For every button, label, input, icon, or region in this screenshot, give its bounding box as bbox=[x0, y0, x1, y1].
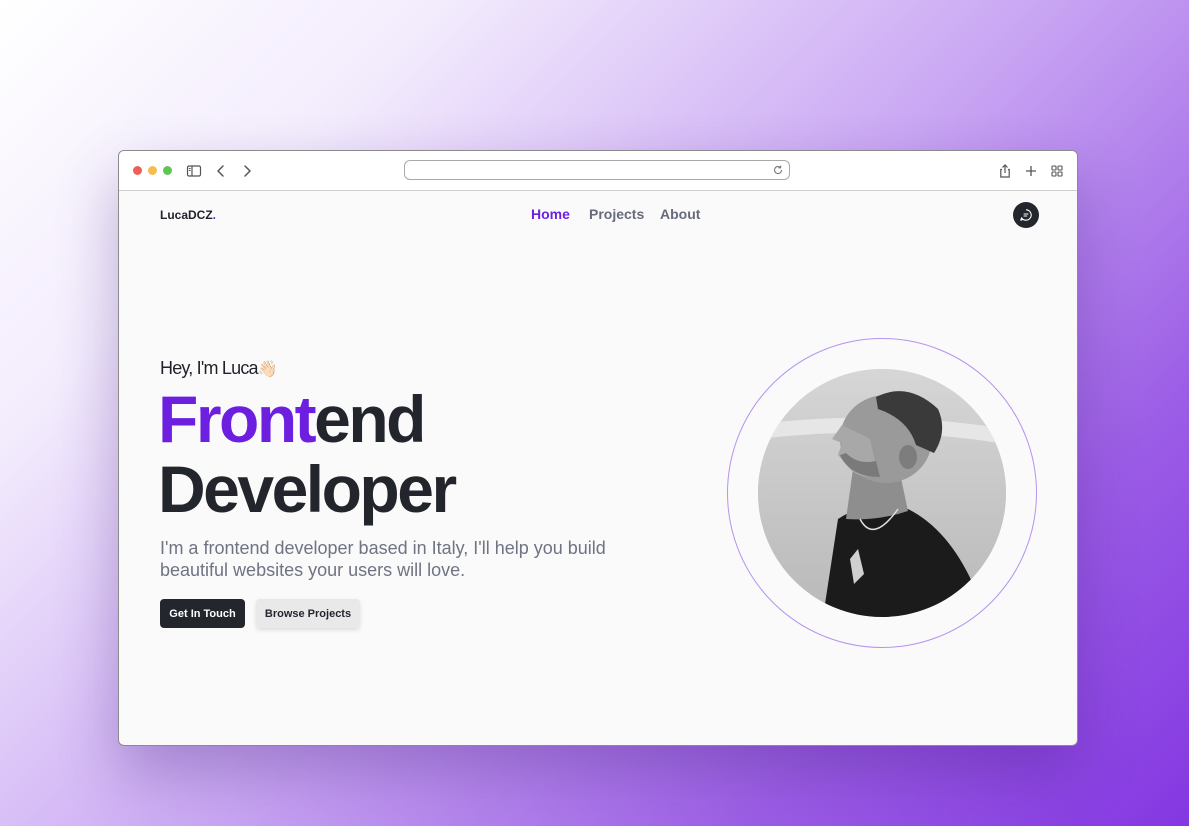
browser-toolbar bbox=[119, 151, 1077, 191]
hero-greeting: Hey, I'm Luca👋🏻 bbox=[160, 358, 278, 379]
address-bar[interactable] bbox=[404, 160, 790, 180]
minimize-window-dot[interactable] bbox=[148, 166, 157, 175]
browser-window: LucaDCZ. Home Projects About Hey, I'm Lu… bbox=[118, 150, 1078, 746]
close-window-dot[interactable] bbox=[133, 166, 142, 175]
browse-projects-button[interactable]: Browse Projects bbox=[256, 599, 360, 628]
chat-bubble-icon bbox=[1019, 208, 1033, 222]
nav-about[interactable]: About bbox=[660, 206, 700, 222]
share-icon[interactable] bbox=[997, 163, 1013, 179]
greeting-text: Hey, I'm Luca bbox=[160, 358, 259, 378]
site-logo[interactable]: LucaDCZ. bbox=[160, 208, 216, 222]
back-arrow-icon[interactable] bbox=[213, 163, 229, 179]
logo-text: LucaDCZ bbox=[160, 208, 213, 222]
nav-projects[interactable]: Projects bbox=[589, 206, 644, 222]
logo-dot: . bbox=[212, 208, 217, 222]
new-tab-icon[interactable] bbox=[1023, 163, 1039, 179]
headline-line2: Developer bbox=[158, 452, 457, 526]
profile-photo bbox=[758, 369, 1006, 617]
tab-overview-icon[interactable] bbox=[1049, 163, 1065, 179]
hero-description: I'm a frontend developer based in Italy,… bbox=[160, 538, 606, 580]
get-in-touch-button[interactable]: Get In Touch bbox=[160, 599, 245, 628]
waving-hand-icon: 👋🏻 bbox=[257, 361, 278, 378]
nav-home[interactable]: Home bbox=[531, 206, 570, 222]
sidebar-toggle-icon[interactable] bbox=[186, 163, 202, 179]
headline-accent: Front bbox=[158, 382, 317, 456]
forward-arrow-icon[interactable] bbox=[239, 163, 255, 179]
maximize-window-dot[interactable] bbox=[163, 166, 172, 175]
headline-rest: end bbox=[314, 382, 426, 456]
reload-icon[interactable] bbox=[772, 164, 784, 176]
chat-button[interactable] bbox=[1013, 202, 1039, 228]
hero-headline: Frontend Developer bbox=[158, 382, 457, 526]
